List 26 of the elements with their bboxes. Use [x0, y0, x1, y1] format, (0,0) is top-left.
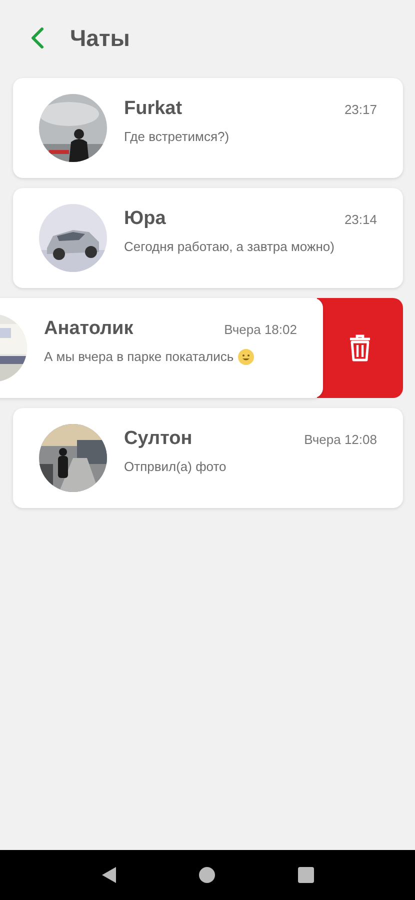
contact-name: Юра — [124, 208, 166, 230]
contact-name: Султон — [124, 428, 192, 450]
last-message: Сегодня работаю, а завтра можно) — [124, 239, 334, 254]
back-icon — [101, 866, 118, 884]
chat-card[interactable]: Анатолик Вчера 18:02 А мы вчера в парке покатались — [0, 298, 323, 398]
last-message: А мы вчера в парке покатались — [44, 349, 234, 364]
nav-back-button[interactable] — [101, 866, 118, 884]
home-button[interactable] — [199, 867, 216, 883]
screen-title: Чаты — [70, 24, 130, 52]
home-icon — [199, 867, 216, 883]
recents-button[interactable] — [298, 867, 314, 883]
delete-button[interactable] — [317, 298, 403, 398]
message-time: 23:17 — [344, 102, 377, 117]
chat-card[interactable]: Султон Вчера 12:08 Отпрвил(а) фото — [13, 408, 403, 508]
chat-card[interactable]: Furkat 23:17 Где встретимся?) — [13, 78, 403, 178]
last-message: Где встретимся?) — [124, 129, 230, 144]
last-message: Отпрвил(а) фото — [124, 459, 226, 474]
message-time: Вчера 18:02 — [224, 322, 297, 336]
trash-icon — [348, 334, 372, 362]
message-time: Вчера 12:08 — [304, 432, 377, 447]
recents-icon — [298, 867, 314, 883]
contact-name: Furkat — [124, 98, 182, 120]
contact-name: Анатолик — [44, 318, 134, 340]
chat-card[interactable]: Юра 23:14 Сегодня работаю, а завтра можно) — [13, 188, 403, 288]
back-icon — [30, 27, 44, 49]
message-time: 23:14 — [344, 212, 377, 227]
